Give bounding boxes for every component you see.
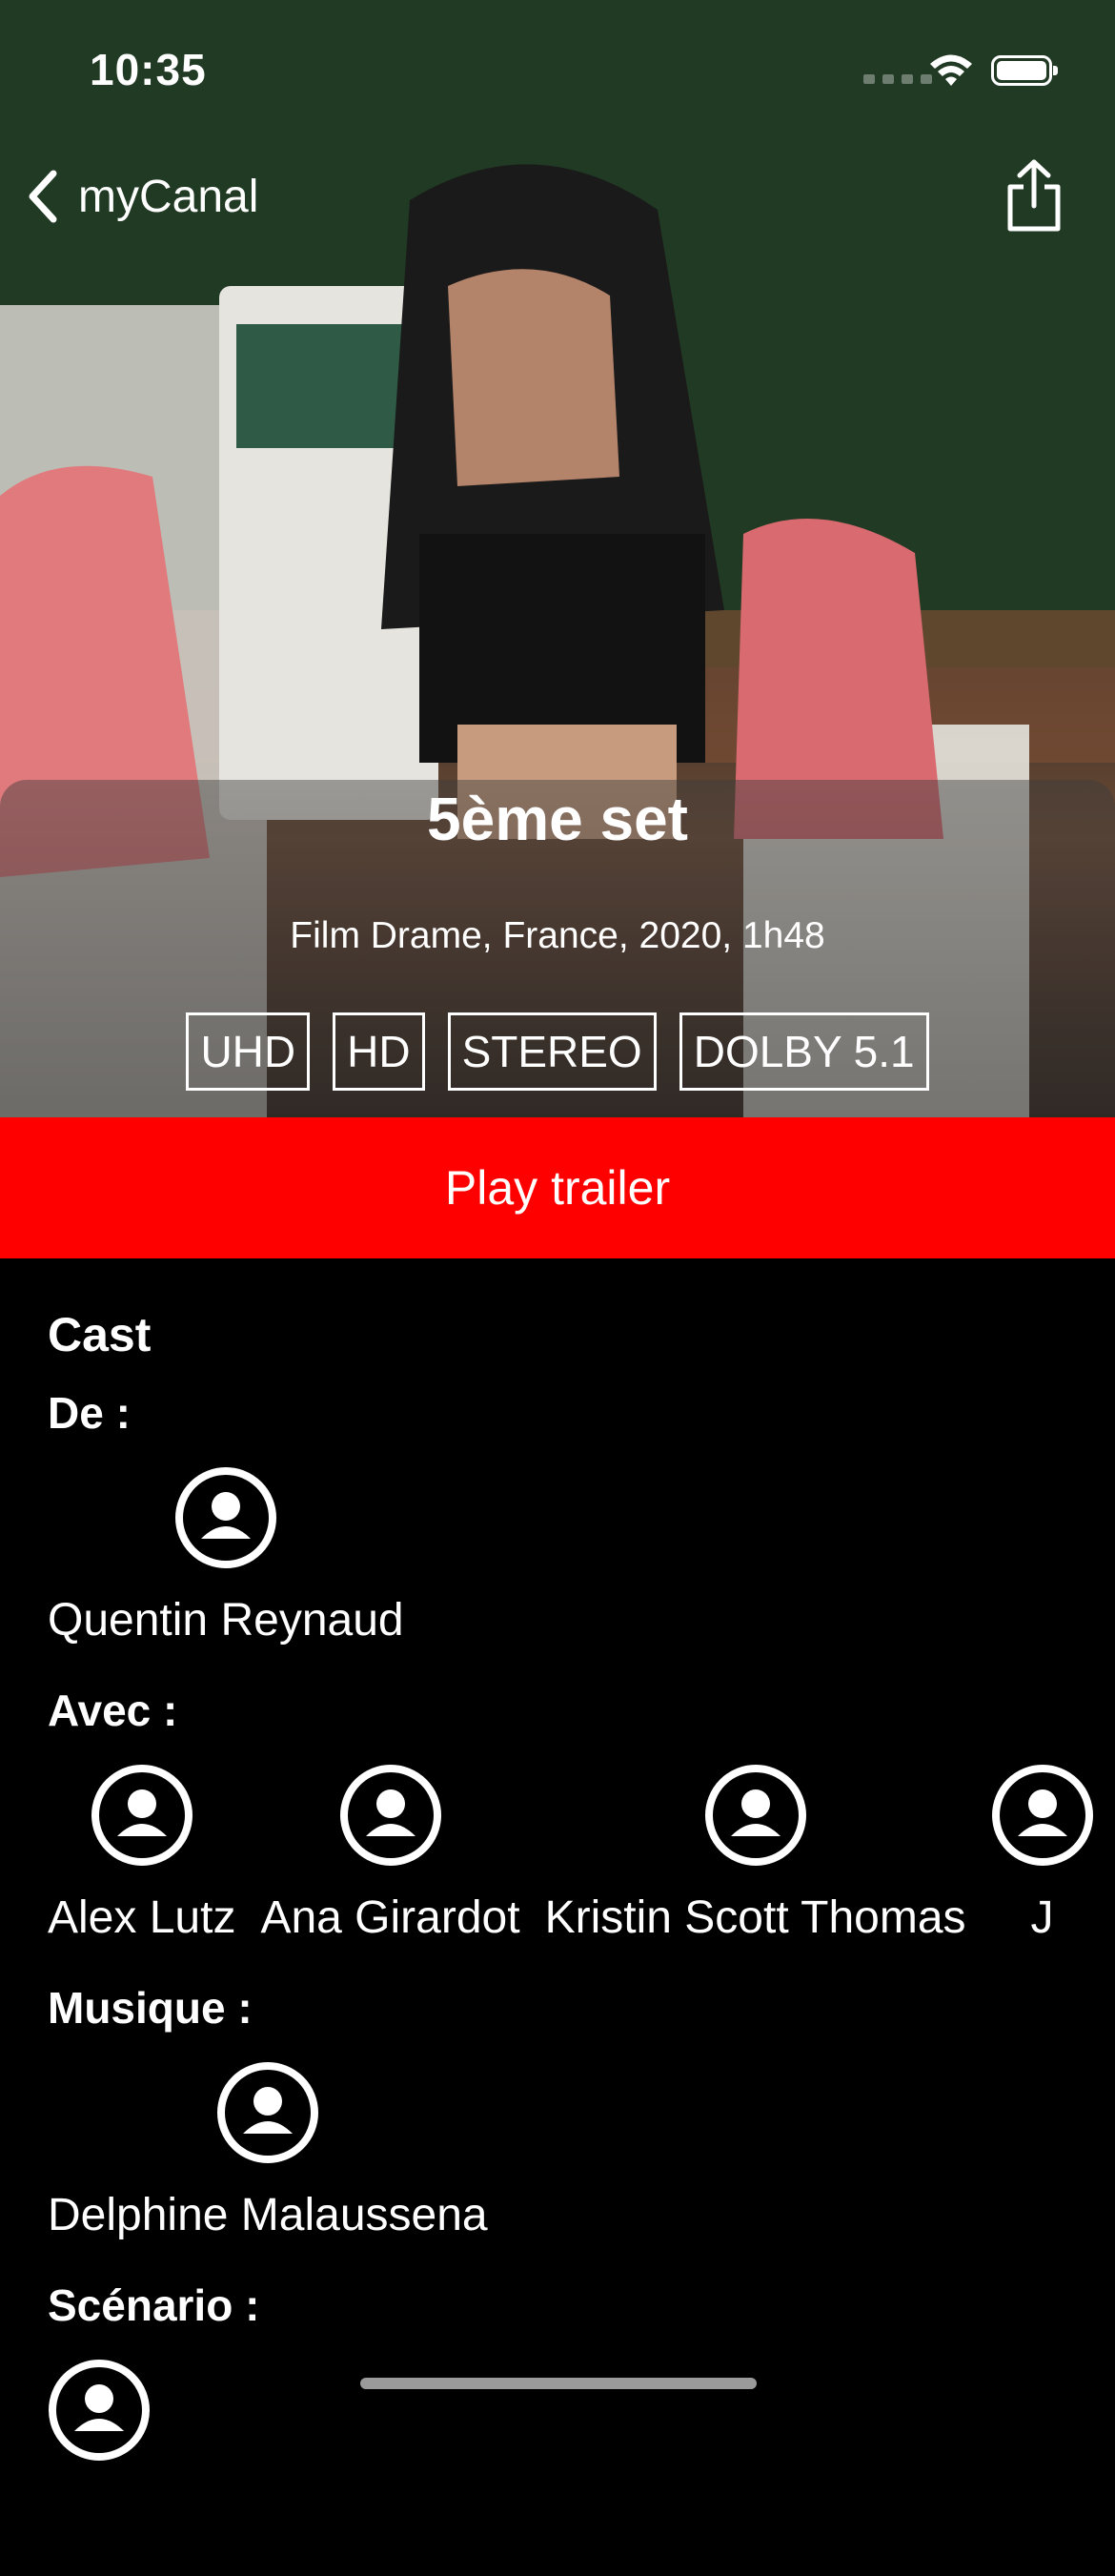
movie-title: 5ème set <box>427 785 688 853</box>
movie-meta: Film Drame, France, 2020, 1h48 <box>290 915 825 956</box>
cast-member[interactable]: J <box>991 1752 1094 1981</box>
role-director: De : <box>48 1388 131 1438</box>
role-cast: Avec : <box>48 1686 178 1735</box>
hero-image: 10:35 myCanal 5ème set Film Drame, Franc… <box>0 0 1115 1117</box>
role-music: Musique : <box>48 1983 253 2033</box>
person-avatar-icon <box>991 1765 1093 1866</box>
wifi-icon <box>930 54 972 86</box>
chevron-left-icon <box>29 170 57 223</box>
cast-member[interactable] <box>48 2347 151 2576</box>
cast-name: Delphine Malaussena <box>48 2190 488 2240</box>
cast-name: Alex Lutz <box>48 1892 236 1943</box>
badge-uhd: UHD <box>186 1012 311 1091</box>
back-label: myCanal <box>78 171 259 222</box>
play-trailer-button[interactable]: Play trailer <box>0 1117 1115 1258</box>
cast-member[interactable]: Delphine Malaussena <box>48 2050 488 2279</box>
actor-list[interactable]: Alex Lutz Ana Girardot Kristin Scott Tho… <box>48 1752 1115 1981</box>
cast-heading: Cast <box>48 1308 152 1361</box>
cellular-signal-icon <box>863 74 932 84</box>
person-avatar-icon <box>704 1765 806 1866</box>
person-avatar-icon <box>216 2062 318 2163</box>
cast-member[interactable]: Kristin Scott Thomas <box>545 1752 966 1981</box>
role-screenplay: Scénario : <box>48 2280 260 2330</box>
badge-hd: HD <box>333 1012 425 1091</box>
home-indicator[interactable] <box>360 2378 757 2389</box>
cast-member[interactable]: Ana Girardot <box>260 1752 520 1981</box>
badge-stereo: STEREO <box>447 1012 657 1091</box>
person-avatar-icon <box>91 1765 193 1866</box>
person-avatar-icon <box>174 1467 276 1568</box>
cast-name: Kristin Scott Thomas <box>544 1892 966 1943</box>
format-badges: UHD HD STEREO DOLBY 5.1 <box>0 1012 1115 1091</box>
share-icon[interactable] <box>1001 158 1067 235</box>
status-time: 10:35 <box>90 45 207 94</box>
cast-name: Ana Girardot <box>260 1892 520 1943</box>
person-avatar-icon <box>339 1765 441 1866</box>
director-list: Quentin Reynaud <box>48 1455 1115 1684</box>
music-list: Delphine Malaussena <box>48 2050 1115 2279</box>
status-bar: 10:35 <box>0 0 1115 143</box>
person-avatar-icon <box>49 2360 150 2461</box>
cast-member[interactable]: Quentin Reynaud <box>48 1455 404 1684</box>
battery-icon <box>991 55 1058 86</box>
cast-name: Quentin Reynaud <box>48 1595 404 1646</box>
back-button[interactable]: myCanal <box>23 168 258 225</box>
badge-dolby: DOLBY 5.1 <box>679 1012 929 1091</box>
cast-name: J <box>1030 1892 1054 1943</box>
cast-member[interactable]: Alex Lutz <box>48 1752 235 1981</box>
